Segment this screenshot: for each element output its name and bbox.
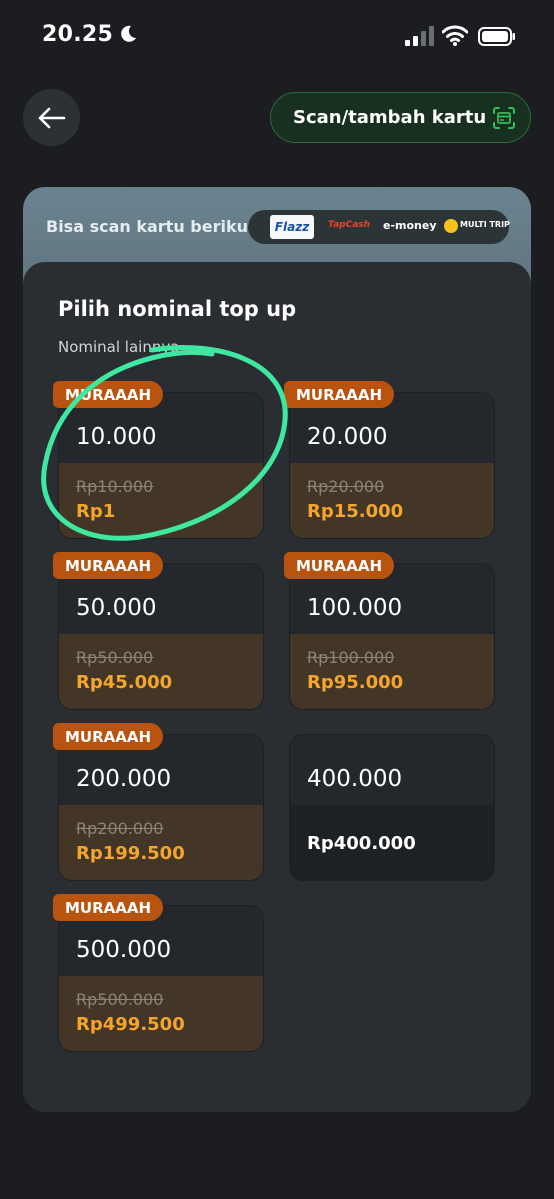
status-time: 20.25 [42, 22, 114, 47]
status-bar: 20.25 [0, 0, 554, 72]
tile-old-price: Rp50.000 [76, 648, 154, 667]
tile-price: Rp400.000 [307, 833, 416, 854]
nominal-tile-200000[interactable]: 200.000 Rp200.000 Rp199.500 [58, 734, 264, 881]
tile-old-price: Rp100.000 [307, 648, 395, 667]
tile-price: Rp199.500 [76, 843, 185, 864]
tapcash-logo: TapCash [328, 220, 371, 230]
discount-badge: MURAAAH [53, 894, 164, 921]
card-logos: Flazz TapCash e-money MULTI TRIP [248, 210, 510, 244]
battery-icon [478, 27, 515, 46]
moon-icon [121, 25, 136, 42]
scan-add-card-button[interactable]: Scan/tambah kartu [270, 92, 531, 143]
nominal-tile-50000[interactable]: 50.000 Rp50.000 Rp45.000 [58, 563, 264, 710]
card-scan-icon [493, 107, 515, 129]
tile-price: Rp15.000 [307, 501, 404, 522]
tile-price: Rp95.000 [307, 672, 404, 693]
tile-price: Rp1 [76, 501, 116, 522]
wifi-icon [442, 25, 468, 46]
discount-badge: MURAAAH [53, 723, 164, 750]
discount-badge: MURAAAH [53, 381, 164, 408]
tile-price: Rp45.000 [76, 672, 173, 693]
nominal-tile-10000[interactable]: 10.000 Rp10.000 Rp1 [58, 392, 264, 539]
nominal-tile-100000[interactable]: 100.000 Rp100.000 Rp95.000 [289, 563, 495, 710]
tile-price: Rp499.500 [76, 1014, 185, 1035]
tile-amount: 500.000 [76, 937, 172, 963]
nominal-tile-20000[interactable]: 20.000 Rp20.000 Rp15.000 [289, 392, 495, 539]
topup-card-container: Bisa scan kartu berikut Flazz TapCash e-… [23, 187, 531, 1112]
discount-badge: MURAAAH [284, 552, 395, 579]
tile-amount: 20.000 [307, 424, 388, 450]
discount-badge: MURAAAH [284, 381, 395, 408]
nominal-tile-500000[interactable]: 500.000 Rp500.000 Rp499.500 [58, 905, 264, 1052]
emoney-logo: e-money [383, 219, 437, 232]
tile-old-price: Rp10.000 [76, 477, 154, 496]
tile-old-price: Rp500.000 [76, 990, 164, 1009]
section-title: Pilih nominal top up [58, 297, 297, 321]
tile-old-price: Rp200.000 [76, 819, 164, 838]
nominal-tile-400000[interactable]: 400.000 Rp400.000 [289, 734, 495, 881]
other-nominal-link[interactable]: Nominal lainnya [58, 338, 179, 356]
topup-panel: Pilih nominal top up Nominal lainnya 10.… [23, 262, 531, 1112]
tile-amount: 200.000 [76, 766, 172, 792]
discount-badge: MURAAAH [53, 552, 164, 579]
scan-add-card-label: Scan/tambah kartu [293, 107, 487, 128]
tile-amount: 50.000 [76, 595, 157, 621]
supported-cards-strip: Bisa scan kartu berikut Flazz TapCash e-… [23, 187, 531, 267]
tile-amount: 100.000 [307, 595, 403, 621]
multitrip-logo: MULTI TRIP [460, 220, 510, 229]
flazz-logo: Flazz [270, 215, 314, 239]
arrow-left-icon [38, 107, 65, 128]
multitrip-logo-icon [444, 219, 458, 233]
tile-amount: 10.000 [76, 424, 157, 450]
tile-old-price: Rp20.000 [307, 477, 385, 496]
supported-cards-label: Bisa scan kartu berikut [46, 217, 256, 236]
cellular-signal-icon [405, 26, 434, 46]
back-button[interactable] [23, 89, 80, 146]
tile-amount: 400.000 [307, 766, 403, 792]
